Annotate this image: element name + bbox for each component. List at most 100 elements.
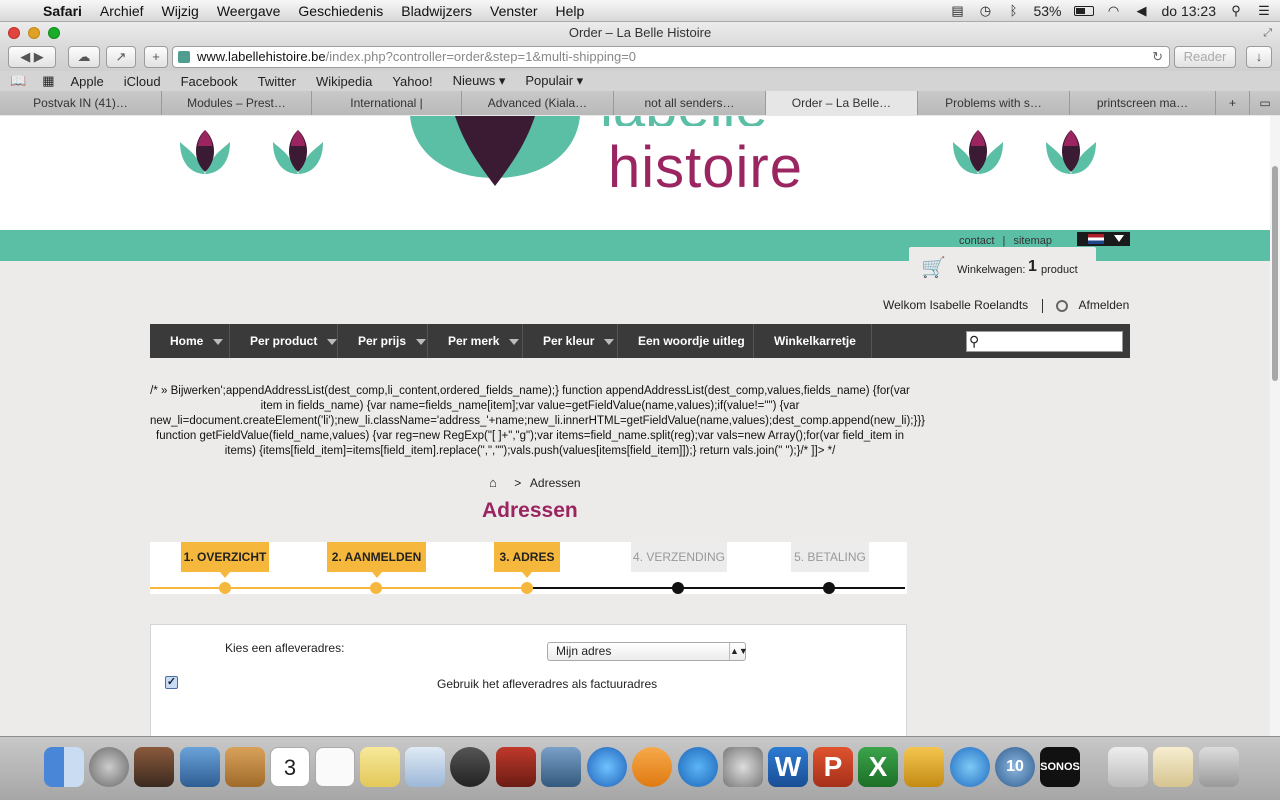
- menu-bladwijzers[interactable]: Bladwijzers: [392, 3, 481, 19]
- menu-venster[interactable]: Venster: [481, 3, 546, 19]
- menu-app-name[interactable]: Safari: [34, 3, 91, 19]
- menu-weergave[interactable]: Weergave: [208, 3, 290, 19]
- tab-overview-icon[interactable]: ▭: [1250, 91, 1280, 115]
- spotlight-search-icon[interactable]: ⚲: [1228, 4, 1244, 18]
- bookmark-icloud[interactable]: iCloud: [114, 74, 171, 89]
- finder-icon[interactable]: [44, 747, 84, 787]
- delivery-address-select[interactable]: Mijn adres ▲▼: [547, 642, 748, 661]
- trash-icon[interactable]: [1199, 747, 1239, 787]
- wifi-icon[interactable]: ◠: [1106, 4, 1122, 18]
- menu-archief[interactable]: Archief: [91, 3, 153, 19]
- bookmark-twitter[interactable]: Twitter: [248, 74, 306, 89]
- home-icon[interactable]: ⌂: [489, 475, 497, 490]
- close-window-icon[interactable]: [8, 27, 20, 39]
- word-app-icon[interactable]: W: [768, 747, 808, 787]
- tab-order[interactable]: Order – La Belle…: [766, 91, 918, 115]
- outlook-app-icon[interactable]: [904, 747, 944, 787]
- reminders-app-icon[interactable]: [315, 747, 355, 787]
- reading-list-icon[interactable]: 📖: [0, 73, 36, 89]
- bookmark-yahoo[interactable]: Yahoo!: [382, 74, 442, 89]
- preview-app-icon[interactable]: [405, 747, 445, 787]
- notification-center-icon[interactable]: ☰: [1256, 4, 1272, 18]
- tab-advanced[interactable]: Advanced (Kiala…: [462, 91, 614, 115]
- minimize-window-icon[interactable]: [28, 27, 40, 39]
- search-input[interactable]: ⚲: [966, 331, 1123, 352]
- ibooks-app-icon[interactable]: [632, 747, 672, 787]
- new-tab-icon[interactable]: +: [144, 46, 168, 68]
- bookmark-wikipedia[interactable]: Wikipedia: [306, 74, 382, 89]
- facetime-app-icon[interactable]: [450, 747, 490, 787]
- cart-summary[interactable]: 🛒 Winkelwagen: 1 product: [909, 247, 1096, 290]
- notes-app-icon[interactable]: [360, 747, 400, 787]
- volume-icon[interactable]: ◀: [1134, 4, 1150, 18]
- calendar-app-icon[interactable]: 3: [270, 747, 310, 787]
- photo-booth-app-icon[interactable]: [496, 747, 536, 787]
- documents-stack-icon[interactable]: [1108, 747, 1148, 787]
- photos-app-icon[interactable]: [134, 747, 174, 787]
- downloads-stack-icon[interactable]: [1153, 747, 1193, 787]
- bookmark-folder-populair[interactable]: Populair ▾: [515, 73, 593, 89]
- logout-link[interactable]: Afmelden: [1079, 298, 1130, 312]
- menu-wijzig[interactable]: Wijzig: [153, 3, 208, 19]
- progress-line-done: [150, 587, 527, 589]
- menu-help[interactable]: Help: [547, 3, 594, 19]
- nav-per-product[interactable]: Per product: [230, 324, 338, 358]
- menubar-clock[interactable]: do 13:23: [1162, 3, 1217, 19]
- tab-international[interactable]: International |: [312, 91, 462, 115]
- step-adres[interactable]: 3. ADRES: [494, 542, 560, 578]
- tab-printscreen[interactable]: printscreen ma…: [1070, 91, 1216, 115]
- invoice-same-checkbox[interactable]: ✓: [165, 676, 178, 689]
- reload-icon[interactable]: ↻: [1152, 47, 1163, 67]
- bookmark-apple[interactable]: Apple: [60, 74, 113, 89]
- tab-modules[interactable]: Modules – Prest…: [162, 91, 312, 115]
- step-aanmelden[interactable]: 2. AANMELDEN: [327, 542, 426, 578]
- back-forward-buttons[interactable]: ◀ ▶: [8, 46, 56, 68]
- nav-per-kleur[interactable]: Per kleur: [523, 324, 618, 358]
- powerpoint-app-icon[interactable]: P: [813, 747, 853, 787]
- fullscreen-icon[interactable]: ⤢: [1263, 22, 1272, 44]
- time-machine-icon[interactable]: ◷: [977, 4, 993, 18]
- tab-problems[interactable]: Problems with s…: [918, 91, 1070, 115]
- contact-link[interactable]: contact: [959, 235, 994, 247]
- printer-icon[interactable]: ▤: [949, 4, 965, 18]
- page-scrollbar[interactable]: [1270, 116, 1280, 736]
- nav-een-woordje-uitleg[interactable]: Een woordje uitleg: [618, 324, 754, 358]
- tab-postvak[interactable]: Postvak IN (41)…: [0, 91, 162, 115]
- language-selector[interactable]: [1077, 232, 1130, 246]
- sitemap-link[interactable]: sitemap: [1013, 235, 1052, 247]
- menu-geschiedenis[interactable]: Geschiedenis: [289, 3, 392, 19]
- reader-button[interactable]: Reader: [1174, 46, 1236, 68]
- power-icon[interactable]: [1055, 299, 1068, 312]
- excel-app-icon[interactable]: X: [858, 747, 898, 787]
- top-sites-icon[interactable]: ▦: [36, 73, 60, 89]
- site-logo-text[interactable]: histoire: [608, 134, 803, 201]
- mail-app-icon[interactable]: [180, 747, 220, 787]
- nav-per-prijs[interactable]: Per prijs: [338, 324, 428, 358]
- scrollbar-thumb[interactable]: [1272, 166, 1278, 381]
- nav-home[interactable]: Home: [150, 324, 230, 358]
- share-icon[interactable]: ↗: [106, 46, 136, 68]
- sonos-app-icon[interactable]: SONOS: [1040, 747, 1080, 787]
- contacts-app-icon[interactable]: [225, 747, 265, 787]
- zoom-window-icon[interactable]: [48, 27, 60, 39]
- nav-per-merk[interactable]: Per merk: [428, 324, 523, 358]
- icloud-tabs-icon[interactable]: ☁: [68, 46, 100, 68]
- system-preferences-icon[interactable]: [723, 747, 763, 787]
- safari-app-icon[interactable]: [950, 747, 990, 787]
- alarm-clock-app-icon[interactable]: 10: [995, 747, 1035, 787]
- bluetooth-icon[interactable]: ᛒ: [1005, 4, 1021, 18]
- tab-not-all-senders[interactable]: not all senders…: [614, 91, 766, 115]
- address-bar[interactable]: www.labellehistoire.be/index.php?control…: [172, 46, 1170, 68]
- nav-winkelkarretje[interactable]: Winkelkarretje: [754, 324, 872, 358]
- bookmark-facebook[interactable]: Facebook: [171, 74, 248, 89]
- downloads-icon[interactable]: ↓: [1246, 46, 1272, 68]
- battery-icon[interactable]: [1073, 6, 1094, 16]
- new-tab-plus-icon[interactable]: +: [1216, 91, 1250, 115]
- itunes-app-icon[interactable]: [587, 747, 627, 787]
- launchpad-icon[interactable]: [89, 747, 129, 787]
- tulip-logo-icon: [1046, 130, 1096, 174]
- bookmark-folder-nieuws[interactable]: Nieuws ▾: [443, 73, 516, 89]
- app-store-icon[interactable]: [678, 747, 718, 787]
- step-overzicht[interactable]: 1. OVERZICHT: [181, 542, 269, 578]
- iphoto-app-icon[interactable]: [541, 747, 581, 787]
